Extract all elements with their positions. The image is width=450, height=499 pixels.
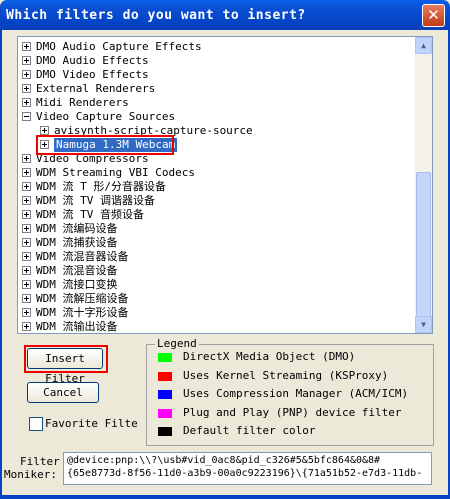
tree-item[interactable]: WDM 流混音器设备: [18, 250, 414, 264]
tree-item[interactable]: WDM 流 TV 调谐器设备: [18, 194, 414, 208]
expand-icon[interactable]: [22, 308, 31, 317]
scroll-up-button[interactable]: ▲: [415, 37, 432, 54]
filter-label: Filter: [20, 455, 60, 468]
expand-icon[interactable]: [22, 210, 31, 219]
tree-item-label: WDM 流 T 形/分音器设备: [36, 180, 166, 193]
tree-item-label: WDM 流捕获设备: [36, 236, 118, 249]
expand-icon[interactable]: [22, 322, 31, 331]
favorite-label: Favorite Filte: [45, 417, 138, 430]
tree-item-label: External Renderers: [36, 82, 156, 95]
tree-item[interactable]: WDM 流 T 形/分音器设备: [18, 180, 414, 194]
moniker-field[interactable]: @device:pnp:\\?\usb#vid_0ac8&pid_c326#5&…: [63, 452, 432, 485]
legend-label: Uses Compression Manager (ACM/ICM): [183, 387, 409, 400]
scroll-down-button[interactable]: ▼: [415, 316, 432, 333]
tree-item[interactable]: WDM 流编码设备: [18, 222, 414, 236]
tree-item[interactable]: WDM 流捕获设备: [18, 236, 414, 250]
expand-icon[interactable]: [22, 98, 31, 107]
scroll-thumb[interactable]: [416, 172, 431, 320]
tree-item-label: WDM 流十字形设备: [36, 306, 129, 319]
expand-icon[interactable]: [22, 196, 31, 205]
expand-icon[interactable]: [22, 252, 31, 261]
tree-item-label: WDM 流混音设备: [36, 264, 118, 277]
tree-item[interactable]: WDM Streaming VBI Codecs: [18, 166, 414, 180]
tree-item-label: Video Capture Sources: [36, 110, 176, 123]
expand-icon[interactable]: [22, 42, 31, 51]
insert-button-highlight: [24, 345, 108, 373]
expand-icon[interactable]: [22, 266, 31, 275]
cancel-button[interactable]: Cancel: [27, 382, 99, 403]
moniker-line-1: @device:pnp:\\?\usb#vid_0ac8&pid_c326#5&…: [67, 455, 381, 466]
expand-icon[interactable]: [22, 294, 31, 303]
moniker-line-2: {65e8773d-8f56-11d0-a3b9-00a0c9223196}\{…: [67, 468, 423, 479]
close-button[interactable]: ✕: [422, 4, 445, 27]
legend-label: Plug and Play (PNP) device filter: [183, 405, 402, 419]
legend-swatch: [158, 353, 172, 362]
expand-icon[interactable]: [22, 280, 31, 289]
legend-label: DirectX Media Object (DMO): [183, 350, 356, 363]
expand-icon[interactable]: [22, 182, 31, 191]
legend-title: Legend: [155, 337, 199, 350]
legend-swatch: [158, 427, 172, 436]
collapse-icon[interactable]: [22, 112, 31, 121]
tree-item[interactable]: WDM 流混音设备: [18, 264, 414, 278]
tree-item-label: WDM Streaming VBI Codecs: [36, 166, 195, 179]
tree-item-label: WDM 流解压缩设备: [36, 292, 129, 305]
moniker-label: Moniker:: [4, 468, 57, 481]
selected-item-highlight: [36, 135, 174, 155]
expand-icon[interactable]: [22, 168, 31, 177]
expand-icon[interactable]: [22, 70, 31, 79]
tree-item[interactable]: WDM 流输出设备: [18, 320, 414, 333]
filter-tree[interactable]: DMO Audio Capture Effects DMO Audio Effec…: [17, 36, 433, 334]
legend-swatch: [158, 390, 172, 399]
tree-item-label: WDM 流编码设备: [36, 222, 118, 235]
expand-icon[interactable]: [22, 154, 31, 163]
tree-item-label: WDM 流 TV 音频设备: [36, 208, 144, 221]
vertical-scrollbar[interactable]: ▲ ▼: [415, 37, 432, 333]
tree-item[interactable]: WDM 流 TV 音频设备: [18, 208, 414, 222]
expand-icon[interactable]: [40, 126, 49, 135]
legend-swatch: [158, 408, 172, 418]
tree-item-label: WDM 流 TV 调谐器设备: [36, 194, 155, 207]
expand-icon[interactable]: [22, 238, 31, 247]
legend-swatch: [158, 371, 172, 381]
title-bar[interactable]: Which filters do you want to insert? ✕: [0, 0, 450, 30]
favorite-checkbox[interactable]: [29, 417, 43, 431]
legend-label: Default filter color: [183, 424, 316, 437]
tree-item[interactable]: WDM 流解压缩设备: [18, 292, 414, 306]
legend-label: Uses Kernel Streaming (KSProxy): [183, 368, 389, 382]
expand-icon[interactable]: [22, 224, 31, 233]
expand-icon[interactable]: [22, 84, 31, 93]
tree-item-video-capture-sources[interactable]: Video Capture Sources: [18, 110, 414, 124]
tree-item[interactable]: WDM 流十字形设备: [18, 306, 414, 320]
expand-icon[interactable]: [22, 56, 31, 65]
tree-item[interactable]: DMO Video Effects: [18, 68, 414, 82]
close-icon: ✕: [427, 6, 440, 24]
tree-item[interactable]: External Renderers: [18, 82, 414, 96]
window-title: Which filters do you want to insert?: [6, 8, 306, 23]
tree-item-label: WDM 流输出设备: [36, 320, 118, 333]
tree-item[interactable]: Midi Renderers: [18, 96, 414, 110]
tree-item[interactable]: DMO Audio Effects: [18, 54, 414, 68]
tree-item-label: DMO Audio Capture Effects: [36, 40, 202, 53]
tree-item-label: Midi Renderers: [36, 96, 129, 109]
tree-item-label: WDM 流混音器设备: [36, 250, 129, 263]
tree-item-label: DMO Video Effects: [36, 68, 149, 81]
tree-item[interactable]: WDM 流接口变换: [18, 278, 414, 292]
tree-item-label: WDM 流接口变换: [36, 278, 118, 291]
tree-item-label: DMO Audio Effects: [36, 54, 149, 67]
tree-item[interactable]: DMO Audio Capture Effects: [18, 40, 414, 54]
